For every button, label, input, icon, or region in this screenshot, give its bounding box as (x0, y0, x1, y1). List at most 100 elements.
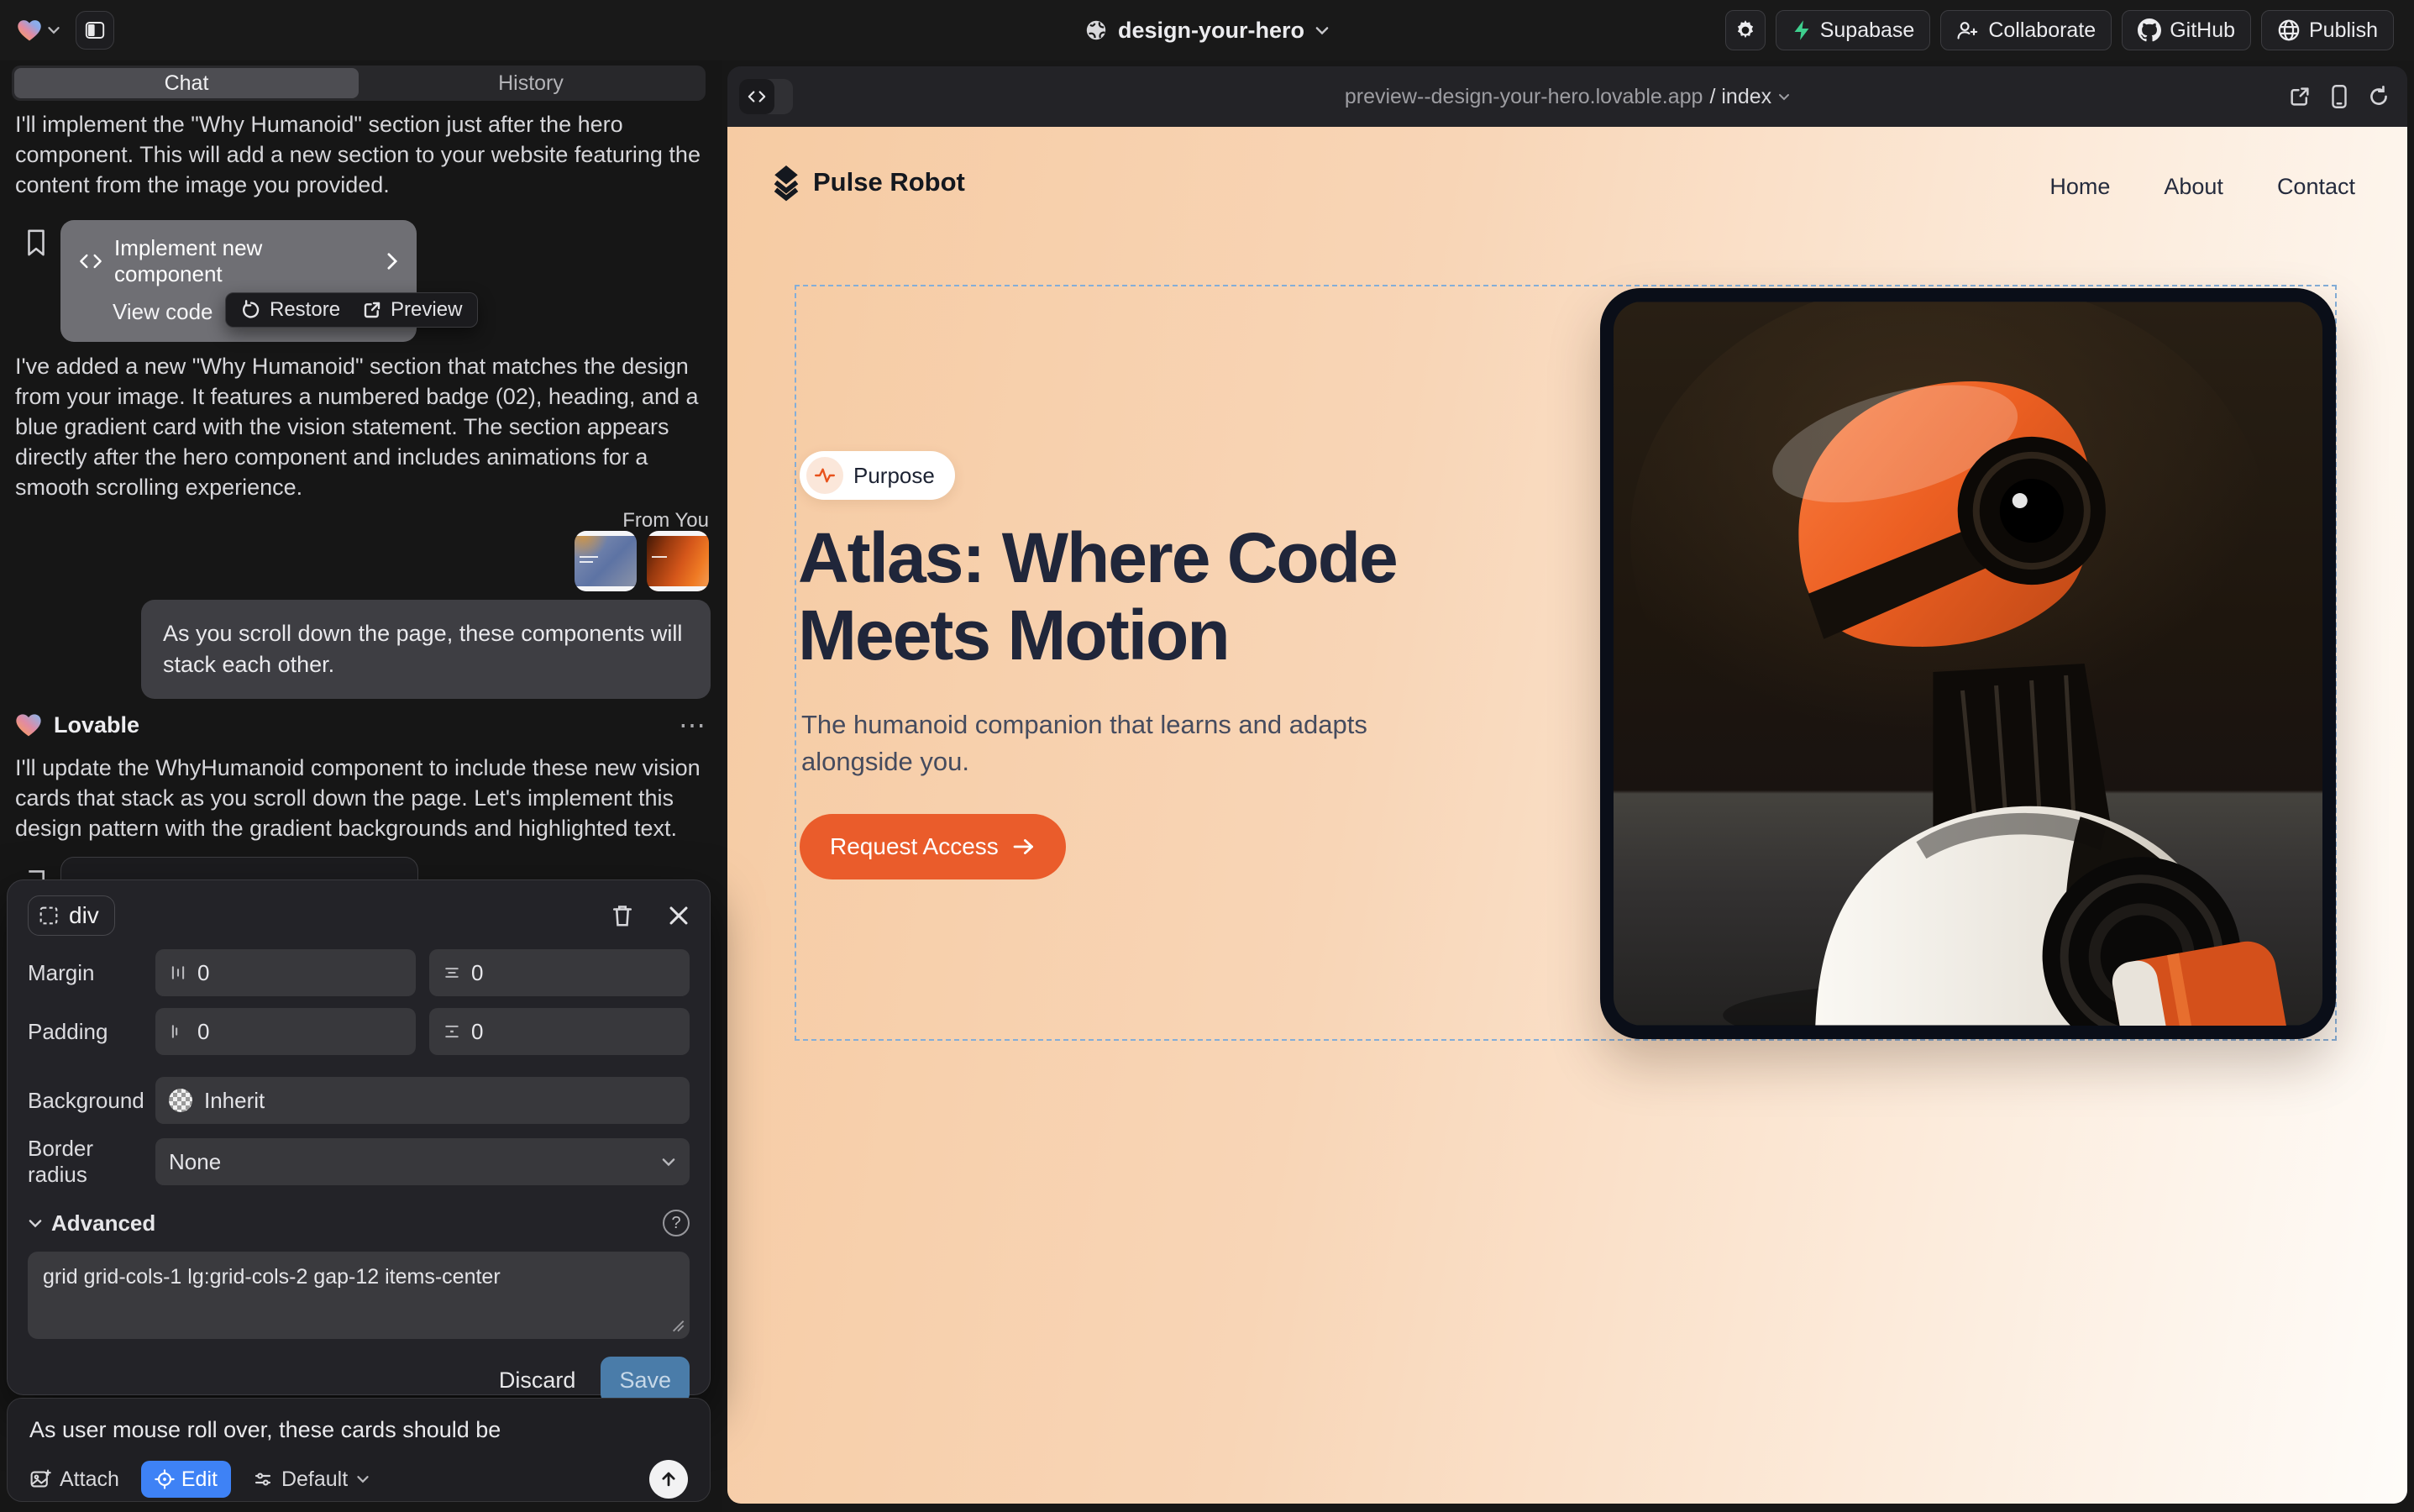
background-input[interactable]: Inherit (155, 1077, 690, 1124)
mobile-view-icon[interactable] (2330, 84, 2348, 109)
attachment-thumbnails (575, 531, 709, 591)
edit-mode-button[interactable]: Edit (141, 1461, 231, 1498)
robot-illustration (1614, 302, 2322, 1026)
chevron-down-icon (1778, 93, 1790, 101)
help-icon[interactable]: ? (663, 1210, 690, 1236)
tab-history[interactable]: History (359, 68, 703, 98)
dashed-box-icon (39, 906, 59, 926)
sliders-icon (253, 1469, 273, 1489)
model-selector[interactable]: Default (253, 1467, 370, 1492)
preview-url-bar[interactable]: preview--design-your-hero.lovable.app / … (727, 66, 2407, 127)
collaborate-button[interactable]: Collaborate (1940, 10, 2112, 50)
border-radius-select[interactable]: None (155, 1138, 690, 1185)
transparency-swatch-icon (169, 1089, 192, 1112)
globe-icon (1084, 18, 1108, 42)
image-attach-icon (29, 1468, 51, 1490)
purpose-badge: Purpose (800, 451, 955, 500)
collaborate-label: Collaborate (1988, 18, 2096, 43)
nav-link-contact[interactable]: Contact (2277, 174, 2355, 200)
hero-subtitle: The humanoid companion that learns and a… (801, 706, 1381, 780)
from-you-label: From You (622, 509, 709, 533)
settings-button[interactable] (1725, 10, 1766, 50)
request-access-button[interactable]: Request Access (800, 814, 1066, 879)
resize-handle-icon[interactable] (671, 1319, 685, 1336)
model-label: Default (281, 1467, 348, 1492)
lovable-heart-icon (17, 18, 42, 42)
supabase-icon (1792, 19, 1812, 41)
selected-element-chip[interactable]: div (28, 895, 115, 936)
chevron-right-icon (386, 252, 398, 270)
attach-button[interactable]: Attach (29, 1467, 119, 1492)
attachment-thumbnail[interactable] (575, 531, 637, 591)
user-message-bubble: As you scroll down the page, these compo… (141, 600, 711, 699)
publish-button[interactable]: Publish (2261, 10, 2394, 50)
tab-chat[interactable]: Chat (14, 68, 359, 98)
bookmark-icon[interactable] (25, 228, 47, 261)
site-logo[interactable]: Pulse Robot (769, 162, 965, 202)
lovable-heart-icon (15, 712, 42, 738)
attachment-thumbnail[interactable] (647, 531, 709, 591)
chat-panel: Chat History I'll implement the "Why Hum… (0, 60, 722, 1512)
project-switcher[interactable]: design-your-hero (1084, 0, 1330, 60)
github-label: GitHub (2170, 18, 2235, 43)
message-menu-button[interactable]: ⋯ (679, 709, 707, 741)
chevron-down-icon (661, 1158, 676, 1167)
gear-icon (1734, 18, 1757, 42)
hero-title: Atlas: Where Code Meets Motion (798, 520, 1462, 674)
padding-x-input[interactable]: 0 (155, 1008, 416, 1055)
topbar: design-your-hero Supabase Col (0, 0, 2414, 60)
attach-label: Attach (60, 1467, 119, 1492)
supabase-button[interactable]: Supabase (1776, 10, 1931, 50)
restore-button[interactable]: Restore (241, 298, 340, 322)
close-inspector-button[interactable] (668, 905, 690, 927)
padding-horizontal-icon (169, 1022, 187, 1041)
sidebar-panel-icon (85, 21, 105, 39)
toggle-sidebar-button[interactable] (76, 11, 114, 50)
assistant-name: Lovable (54, 712, 139, 738)
padding-y-input[interactable]: 0 (429, 1008, 690, 1055)
implement-card-title: Implement new component (114, 235, 363, 287)
margin-y-input[interactable]: 0 (429, 949, 690, 996)
margin-y-value: 0 (471, 960, 483, 986)
supabase-label: Supabase (1820, 18, 1915, 43)
margin-x-input[interactable]: 0 (155, 949, 416, 996)
advanced-classes-textarea[interactable]: grid grid-cols-1 lg:grid-cols-2 gap-12 i… (28, 1252, 690, 1339)
restore-icon (241, 300, 261, 320)
save-button[interactable]: Save (601, 1357, 690, 1404)
element-inspector-panel: div Margin 0 (7, 879, 711, 1395)
pulse-activity-icon (806, 457, 843, 494)
nav-link-home[interactable]: Home (2049, 174, 2110, 200)
delete-element-button[interactable] (611, 903, 634, 928)
assistant-message-1: I'll implement the "Why Humanoid" sectio… (15, 109, 707, 200)
discard-button[interactable]: Discard (499, 1368, 576, 1394)
site-navbar: Pulse Robot Home About Contact (727, 127, 2407, 253)
advanced-section-label[interactable]: Advanced (51, 1210, 155, 1236)
margin-label: Margin (28, 960, 155, 986)
edit-label: Edit (181, 1467, 218, 1492)
preview-header: preview--design-your-hero.lovable.app / … (727, 66, 2407, 127)
collaborate-icon (1956, 19, 1980, 41)
nav-link-about[interactable]: About (2164, 174, 2223, 200)
lovable-menu-button[interactable] (17, 18, 60, 42)
send-button[interactable] (649, 1460, 688, 1499)
margin-vertical-icon (443, 963, 461, 982)
preview-panel: preview--design-your-hero.lovable.app / … (727, 66, 2407, 1504)
chat-input[interactable] (29, 1417, 688, 1443)
github-button[interactable]: GitHub (2122, 10, 2251, 50)
github-icon (2138, 18, 2161, 42)
project-name: design-your-hero (1118, 18, 1304, 44)
padding-y-value: 0 (471, 1019, 483, 1045)
chevron-down-icon[interactable] (28, 1219, 43, 1228)
layers-diamond-icon (769, 162, 803, 202)
chevron-down-icon (47, 26, 60, 34)
request-access-label: Request Access (830, 833, 999, 860)
open-in-new-tab-icon[interactable] (2288, 85, 2312, 108)
border-radius-label: Border radius (28, 1136, 155, 1188)
padding-x-value: 0 (197, 1019, 209, 1045)
preview-url-path: / index (1709, 85, 1771, 109)
code-icon (79, 253, 102, 270)
external-link-icon (362, 300, 382, 320)
refresh-icon[interactable] (2367, 85, 2390, 108)
assistant-message-2: I've added a new "Why Humanoid" section … (15, 351, 707, 502)
preview-button[interactable]: Preview (362, 298, 462, 322)
